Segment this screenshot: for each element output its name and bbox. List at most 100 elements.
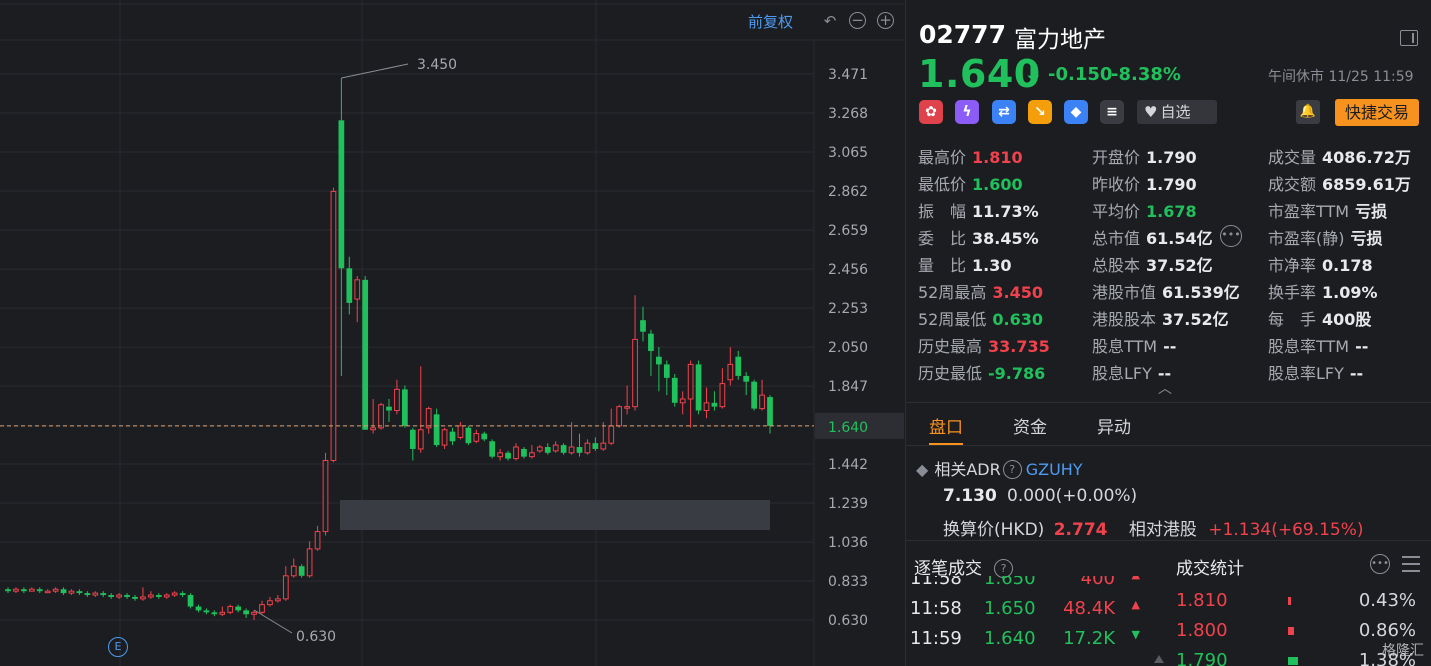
candle-body	[219, 611, 226, 615]
stat-col3-1: 成交额 6859.61万	[1268, 171, 1411, 195]
vs-price: 1.790	[1176, 650, 1228, 666]
stat-label: 量 比	[918, 256, 967, 275]
candle-body	[505, 452, 511, 459]
candle-body	[529, 452, 535, 458]
scroll-triangle-icon[interactable]	[1154, 655, 1164, 663]
kline-chart-panel[interactable]: 3.471 3.268 3.065 2.862 2.659 2.456 2.253 2.050…	[0, 0, 904, 666]
price-change-pct: -8.38%	[1111, 64, 1181, 85]
layout-toggle-icon[interactable]	[1400, 30, 1418, 46]
tick-row: 11:58 1.650 400 ▲	[910, 576, 1150, 594]
stat-col2-3: 总市值 61.54亿	[1092, 225, 1213, 249]
menu-icon[interactable]	[1402, 554, 1420, 574]
stat-value: 亏损	[1350, 229, 1383, 248]
stat-value: 1.678	[1146, 202, 1197, 221]
stat-value: 61.539亿	[1162, 283, 1240, 302]
conv-label: 换算价(HKD)	[943, 520, 1045, 540]
stat-label: 市净率	[1268, 256, 1317, 275]
hk-flower-icon[interactable]: ✿	[919, 100, 943, 124]
stat-col2-1: 昨收价 1.790	[1092, 171, 1197, 195]
candle-body	[243, 610, 249, 615]
adjust-mode-link[interactable]: 前复权	[748, 11, 793, 32]
stat-col1-5: 52周最高 3.450	[918, 279, 1043, 303]
candle-body	[751, 381, 757, 409]
stat-col2-2: 平均价 1.678	[1092, 198, 1197, 222]
stat-col2-4: 总股本 37.52亿	[1092, 252, 1213, 276]
tab-anomaly[interactable]: 异动	[1097, 413, 1131, 438]
stat-col1-3: 委 比 38.45%	[918, 225, 1039, 249]
vs-bar	[1288, 597, 1291, 605]
y-tick-label: 1.036	[828, 535, 868, 551]
quick-trade-button[interactable]: 快捷交易	[1335, 99, 1419, 126]
stat-label: 最高价	[918, 148, 967, 167]
collapse-caret-icon[interactable]: ︿	[1158, 378, 1172, 398]
up-triangle-icon: ▲	[1131, 598, 1140, 611]
candle-body	[362, 279, 369, 430]
expand-triangle-icon[interactable]: ◆	[916, 460, 928, 479]
tag-icon[interactable]: ◆	[1064, 100, 1088, 124]
more-icon[interactable]: •••	[1220, 225, 1242, 247]
heart-icon: ♥	[1144, 103, 1158, 121]
lightning-icon[interactable]: ϟ	[955, 100, 979, 124]
candle-body	[640, 320, 646, 332]
y-tick-label: 3.065	[828, 145, 868, 161]
candle-body	[481, 433, 488, 440]
stat-value: 6859.61万	[1322, 175, 1411, 194]
y-tick-label: 3.268	[828, 106, 868, 122]
stat-label: 52周最低	[918, 310, 987, 329]
event-badge[interactable]: E	[108, 637, 128, 657]
trades-list[interactable]: 11:58 1.650 400 ▲ 11:58 1.650 48.4K ▲ 11:59 1.640…	[906, 576, 1431, 666]
candle-body	[687, 363, 694, 400]
tab-orderbook[interactable]: 盘口	[929, 413, 963, 438]
market-status: 午间休市 11/25 11:59	[1268, 69, 1414, 85]
candle-body	[521, 448, 527, 457]
candle-body	[568, 446, 575, 454]
rel-label: 相对港股	[1128, 520, 1197, 540]
help-icon[interactable]: ?	[1002, 460, 1022, 479]
undo-icon[interactable]: ↶	[821, 12, 839, 30]
candle-body	[552, 444, 559, 452]
stat-label: 股息TTM	[1092, 337, 1158, 356]
stat-col1-2: 振 幅 11.73%	[918, 198, 1039, 222]
stat-col1-8: 历史最低 -9.786	[918, 360, 1045, 384]
stat-value: 3.450	[992, 283, 1043, 302]
zoom-out-icon[interactable]: −	[849, 12, 866, 29]
candle-body	[36, 589, 43, 592]
current-price-label: 1.640	[828, 420, 868, 436]
stat-col1-0: 最高价 1.810	[918, 144, 1023, 168]
stat-col3-8: 股息率LFY --	[1268, 360, 1363, 384]
stat-col2-6: 港股股本 37.52亿	[1092, 306, 1229, 330]
candle-body	[671, 377, 678, 403]
stat-label: 总股本	[1092, 256, 1141, 275]
more-icon[interactable]: •••	[1370, 554, 1390, 574]
stat-label: 股息LFY	[1092, 364, 1152, 383]
candle-body	[306, 548, 313, 577]
candle-body	[425, 408, 432, 429]
stat-value: -9.786	[988, 364, 1046, 383]
adr-symbol[interactable]: GZUHY	[1026, 460, 1083, 479]
tick-price: 1.650	[984, 598, 1036, 619]
tab-capital[interactable]: 资金	[1013, 413, 1047, 438]
candle-body	[759, 394, 765, 410]
candle-body	[409, 429, 416, 449]
candle-body	[624, 406, 630, 409]
bell-icon[interactable]: 🔔	[1296, 100, 1320, 124]
stat-value: 0.630	[992, 310, 1043, 329]
stat-col3-7: 股息率TTM --	[1268, 333, 1368, 357]
kline-chart[interactable]: 3.471 3.268 3.065 2.862 2.659 2.456 2.253 2.050…	[0, 0, 904, 666]
candle-body	[679, 398, 686, 404]
shuffle-icon[interactable]: ⇄	[992, 100, 1016, 124]
candle-body	[171, 592, 178, 596]
doc-icon[interactable]: ≡	[1100, 100, 1124, 124]
adr-row[interactable]: ◆ 相关ADR? GZUHY	[916, 456, 1083, 480]
stat-label: 成交量	[1268, 148, 1317, 167]
zoom-in-icon[interactable]: +	[877, 12, 894, 29]
stat-value: 0.178	[1322, 256, 1373, 275]
watchlist-button[interactable]: ♥ 自选	[1137, 100, 1217, 124]
stat-label: 成交额	[1268, 175, 1317, 194]
candle-body	[417, 429, 424, 450]
stat-col3-4: 市净率 0.178	[1268, 252, 1373, 276]
candle-body	[148, 594, 154, 598]
candle-body	[560, 445, 567, 453]
trend-icon[interactable]: ↘	[1028, 100, 1052, 124]
stat-value: --	[1355, 337, 1369, 356]
